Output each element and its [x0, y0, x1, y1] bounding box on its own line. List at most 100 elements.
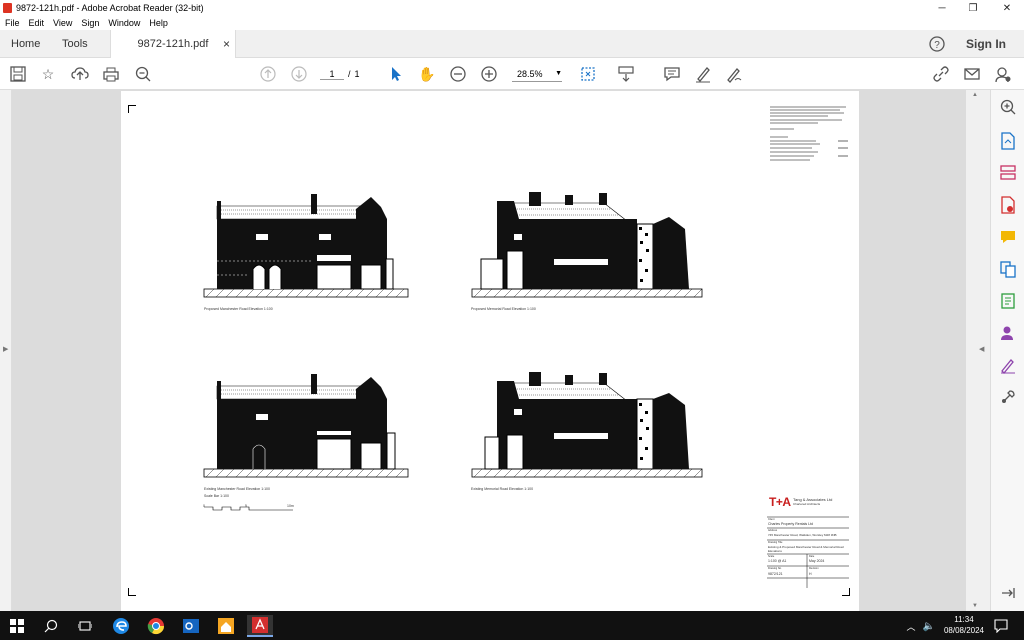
chrome-browser-icon[interactable]	[145, 615, 167, 637]
drawing-notes-block	[768, 104, 850, 166]
restore-icon[interactable]: ❐	[956, 0, 990, 16]
collapse-pane-icon[interactable]	[997, 582, 1019, 604]
clock-time: 11:34	[954, 615, 974, 624]
crop-mark	[842, 588, 850, 596]
tab-home[interactable]: Home	[11, 30, 40, 58]
comment-icon[interactable]	[662, 64, 682, 84]
revision-value: H	[809, 572, 812, 576]
upload-cloud-icon[interactable]	[70, 64, 90, 84]
client-value: Charles Property Rentals Ltd	[768, 522, 813, 526]
search-icon[interactable]	[40, 615, 62, 637]
sign-pen-icon[interactable]	[724, 64, 744, 84]
elevation-proposed-memorial-road	[469, 189, 705, 299]
scale-label: Scale	[768, 555, 775, 558]
zoom-out-icon[interactable]	[448, 64, 468, 84]
page-separator: /	[348, 69, 351, 79]
organize-pages-icon[interactable]	[997, 162, 1019, 184]
outlook-icon[interactable]	[180, 615, 202, 637]
menu-window[interactable]: Window	[108, 18, 140, 28]
save-icon[interactable]	[8, 64, 28, 84]
combine-files-icon[interactable]	[997, 258, 1019, 280]
caption-existing-manchester-road: Existing Manchester Road Elevation 1:100	[204, 487, 270, 491]
address-label: Address	[768, 529, 778, 532]
page-total: 1	[354, 69, 360, 79]
zoom-tool-icon[interactable]	[997, 96, 1019, 118]
select-cursor-icon[interactable]	[386, 64, 406, 84]
crop-mark	[128, 105, 136, 113]
title-bar: 9872-121h.pdf - Adobe Acrobat Reader (32…	[0, 0, 1024, 16]
highlight-pen-icon[interactable]	[693, 64, 713, 84]
sign-in-button[interactable]: Sign In	[966, 30, 1006, 58]
edge-browser-icon[interactable]	[110, 615, 132, 637]
drawing-title-label: Drawing Title	[768, 541, 783, 544]
page-number-input[interactable]: 1	[320, 69, 344, 80]
drawing-number-label: Drawing No.	[768, 567, 782, 570]
pdf-page: Proposed Manchester Road Elevation 1:100…	[121, 91, 859, 611]
zoom-search-icon[interactable]	[133, 64, 153, 84]
minimize-icon[interactable]: ─	[925, 0, 959, 16]
menu-file[interactable]: File	[5, 18, 20, 28]
left-panel-toggle[interactable]: ▶	[0, 90, 12, 611]
page-indicator: 1 / 1	[320, 66, 360, 82]
caption-existing-memorial-road: Existing Memorial Road Elevation 1:100	[471, 487, 534, 491]
bookmark-star-icon[interactable]: ☆	[38, 64, 58, 84]
scale-tick-0: 0	[203, 504, 205, 508]
revision-label: Revision	[809, 567, 819, 570]
volume-icon[interactable]: 🔈	[918, 615, 940, 637]
hand-tool-icon[interactable]: ✋	[417, 64, 437, 84]
scroll-mode-icon[interactable]	[616, 64, 636, 84]
scale-tick-10: 10m	[287, 504, 294, 508]
home-app-icon[interactable]	[215, 615, 237, 637]
scroll-down-arrow-icon[interactable]: ▼	[972, 603, 978, 609]
svg-text:?: ?	[934, 40, 940, 51]
acrobat-taskbar-icon[interactable]	[247, 615, 273, 637]
menu-sign[interactable]: Sign	[81, 18, 99, 28]
link-icon[interactable]	[931, 64, 951, 84]
share-user-icon[interactable]	[993, 64, 1013, 84]
title-block: T+A Tang & Associates Ltd Chartered Arch…	[767, 494, 851, 589]
export-pdf-icon[interactable]	[997, 130, 1019, 152]
help-icon[interactable]: ?	[929, 30, 945, 58]
tab-document[interactable]: 9872-121h.pdf ×	[110, 30, 236, 58]
menu-view[interactable]: View	[53, 18, 72, 28]
tab-close-icon[interactable]: ×	[223, 37, 230, 51]
edit-pdf-icon[interactable]	[997, 290, 1019, 312]
close-icon[interactable]: ✕	[990, 0, 1024, 16]
scroll-up-arrow-icon[interactable]: ▲	[972, 92, 978, 98]
windows-taskbar: ︿ 🔈 11:34 08/08/2024	[0, 611, 1024, 640]
expand-left-icon: ▶	[3, 346, 9, 353]
menu-edit[interactable]: Edit	[29, 18, 45, 28]
print-icon[interactable]	[101, 64, 121, 84]
menu-help[interactable]: Help	[149, 18, 168, 28]
fit-page-icon[interactable]	[578, 64, 598, 84]
fill-sign-icon[interactable]	[997, 354, 1019, 376]
create-pdf-icon[interactable]	[997, 194, 1019, 216]
right-tools-pane	[990, 90, 1024, 611]
next-page-icon[interactable]	[289, 64, 309, 84]
windows-start-icon[interactable]	[6, 615, 28, 637]
drawing-title-value: Existing & Proposed Manchester Road & Me…	[768, 545, 844, 553]
request-signature-icon[interactable]	[997, 322, 1019, 344]
comment-tool-icon[interactable]	[997, 226, 1019, 248]
scale-value: 1:100 @ A1	[768, 559, 787, 563]
crop-mark	[128, 588, 136, 596]
notifications-icon[interactable]	[990, 615, 1012, 637]
firm-subtitle: Chartered Architects	[793, 502, 821, 506]
tab-bar: Home Tools 9872-121h.pdf × ? Sign In	[0, 30, 1024, 58]
system-clock[interactable]: 11:34 08/08/2024	[944, 614, 984, 636]
address-value: 745 Manchester Road, Walkden, Worsley M2…	[768, 533, 837, 537]
right-panel-toggle[interactable]: ◀ ▲ ▼	[966, 90, 990, 611]
tab-tools[interactable]: Tools	[62, 30, 88, 58]
prev-page-icon[interactable]	[258, 64, 278, 84]
zoom-value: 28.5%	[517, 68, 543, 79]
email-icon[interactable]	[962, 64, 982, 84]
more-tools-icon[interactable]	[997, 386, 1019, 408]
date-value: May 2024	[809, 559, 825, 563]
tab-document-label: 9872-121h.pdf	[137, 38, 209, 50]
collapse-right-icon: ◀	[979, 346, 985, 353]
window-title: 9872-121h.pdf - Adobe Acrobat Reader (32…	[16, 3, 204, 13]
task-view-icon[interactable]	[74, 615, 96, 637]
zoom-in-icon[interactable]	[479, 64, 499, 84]
caption-proposed-memorial-road: Proposed Memorial Road Elevation 1:100	[471, 307, 536, 311]
zoom-dropdown[interactable]: 28.5% ▼	[512, 66, 562, 82]
